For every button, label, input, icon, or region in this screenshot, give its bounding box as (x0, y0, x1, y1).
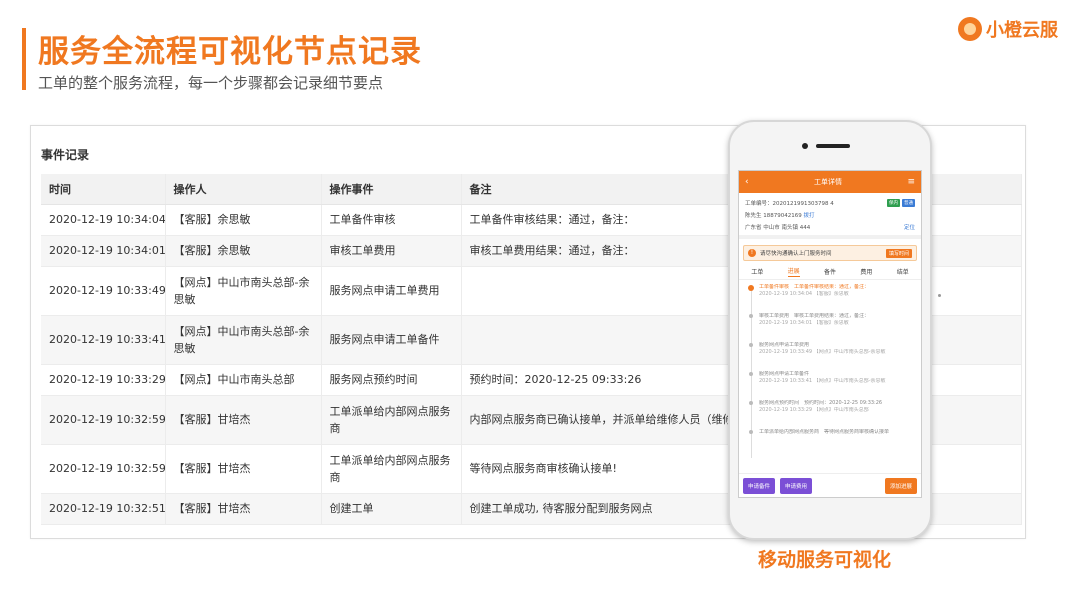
column-header-time[interactable]: 时间 (41, 174, 166, 205)
timeline-dot-icon (749, 401, 753, 405)
mobile-action-bar: 申请备件 申请费用 添加进展 (739, 473, 921, 497)
cell-event: 工单派单给内部网点服务商 (321, 395, 462, 445)
fill-time-button[interactable]: 填写时间 (885, 248, 912, 258)
mobile-tabs: 工单 进展 备件 费用 结单 (739, 264, 921, 280)
cell-operator: 【客服】余思敏 (165, 204, 322, 236)
timeline-desc: 工单派单给内部网点服务商 等待网点服务商审核确认接单 (759, 429, 890, 435)
cell-time: 2020-12-19 10:32:51 (41, 493, 166, 525)
address: 广东省 中山市 南头镇 444 (745, 225, 811, 231)
column-header-event[interactable]: 操作事件 (321, 174, 462, 205)
apply-parts-button[interactable]: 申请备件 (743, 477, 776, 494)
tab-progress[interactable]: 进展 (787, 266, 800, 277)
cell-event: 服务网点申请工单费用 (321, 266, 462, 316)
tag-normal: 普通 (902, 199, 915, 207)
menu-icon[interactable]: ≡ (907, 177, 915, 187)
timeline-item: 工单备件审核 工单备件审核结果：通过，备注： 2020-12-19 10:34:… (748, 284, 915, 313)
cell-time: 2020-12-19 10:34:01 (41, 235, 166, 267)
timeline-desc: 服务网点申请工单备件 (759, 371, 810, 377)
cell-event: 工单派单给内部网点服务商 (321, 444, 462, 494)
orange-logo-icon (958, 17, 982, 41)
timeline-item: 服务网点申请工单费用 2020-12-19 10:33:49 【网点】中山市南头… (749, 342, 915, 371)
phone-mockup: ‹ 工单详情 ≡ 工单编号：2020121991303798 4 保内 普通 陈… (728, 120, 932, 540)
timeline-desc: 服务网点申请工单费用 (759, 342, 810, 348)
progress-timeline: 工单备件审核 工单备件审核结果：通过，备注： 2020-12-19 10:34:… (739, 280, 921, 458)
timeline-meta: 2020-12-19 10:34:04 【客服】余思敏 (759, 291, 849, 297)
tab-parts[interactable]: 备件 (824, 267, 836, 276)
timeline-dot-icon (749, 372, 753, 376)
decorative-dot (938, 294, 941, 297)
timeline-item: 服务网点预约时间 预约时间：2020-12-25 09:33:26 2020-1… (749, 400, 915, 429)
cell-time: 2020-12-19 10:32:59 (41, 444, 166, 494)
cell-event: 服务网点预约时间 (321, 364, 462, 396)
mobile-app-title: 工单详情 (814, 178, 843, 186)
cell-event: 创建工单 (321, 493, 462, 525)
divider (739, 235, 921, 239)
tag-warranty: 保内 (887, 199, 900, 207)
title-accent-bar (22, 28, 26, 90)
cell-operator: 【客服】甘培杰 (165, 395, 322, 445)
timeline-meta: 2020-12-19 10:33:41 【网点】中山市南头总部-余思敏 (759, 378, 886, 384)
page-title: 服务全流程可视化节点记录 (38, 34, 422, 70)
back-icon[interactable]: ‹ (745, 177, 749, 187)
timeline-item: 服务网点申请工单备件 2020-12-19 10:33:41 【网点】中山市南头… (749, 371, 915, 400)
brand-logo: 小橙云服 (958, 16, 1058, 42)
page-subtitle: 工单的整个服务流程，每一个步骤都会记录细节要点 (38, 74, 384, 92)
timeline-desc: 工单备件审核 工单备件审核结果：通过，备注： (759, 284, 870, 290)
locate-link[interactable]: 定位 (904, 223, 915, 231)
tab-fees[interactable]: 费用 (860, 267, 872, 276)
cell-event: 服务网点申请工单备件 (321, 315, 462, 365)
timeline-meta: 2020-12-19 10:34:01 【客服】余思敏 (759, 320, 849, 326)
timeline-desc: 审核工单费用 审核工单费用结果：通过，备注： (759, 313, 870, 319)
notice-bar: ! 请尽快沟通确认上门服务时间 填写时间 (743, 245, 917, 261)
cell-operator: 【网点】中山市南头总部-余思敏 (165, 315, 322, 365)
timeline-item: 工单派单给内部网点服务商 等待网点服务商审核确认接单 (749, 429, 915, 458)
tab-close-order[interactable]: 结单 (897, 267, 909, 276)
mobile-app-bar: ‹ 工单详情 ≡ (739, 171, 921, 193)
panel-title: 事件记录 (41, 148, 90, 162)
tab-order[interactable]: 工单 (751, 267, 763, 276)
timeline-dot-icon (749, 430, 753, 434)
mobile-caption: 移动服务可视化 (758, 549, 892, 571)
column-header-operator[interactable]: 操作人 (165, 174, 322, 205)
cell-event: 审核工单费用 (321, 235, 462, 267)
address-line: 广东省 中山市 南头镇 444 定位 (739, 221, 921, 233)
apply-fee-button[interactable]: 申请费用 (780, 477, 813, 494)
cell-operator: 【客服】甘培杰 (165, 493, 322, 525)
order-number: 工单编号：2020121991303798 4 (745, 201, 834, 207)
phone-screen: ‹ 工单详情 ≡ 工单编号：2020121991303798 4 保内 普通 陈… (738, 170, 922, 498)
cell-time: 2020-12-19 10:32:59 (41, 395, 166, 445)
timeline-meta: 2020-12-19 10:33:29 【网点】中山市南头总部 (759, 407, 869, 413)
cell-operator: 【网点】中山市南头总部 (165, 364, 322, 396)
cell-time: 2020-12-19 10:33:41 (41, 315, 166, 365)
customer-info: 陈先生 18879042169 (745, 213, 802, 219)
cell-operator: 【网点】中山市南头总部-余思敏 (165, 266, 322, 316)
camera-icon (802, 143, 808, 149)
timeline-dot-icon (748, 285, 754, 291)
timeline-desc: 服务网点预约时间 预约时间：2020-12-25 09:33:26 (759, 400, 883, 406)
brand-name: 小橙云服 (986, 20, 1058, 41)
call-link[interactable]: 拨打 (804, 213, 815, 219)
customer-line: 陈先生 18879042169 拨打 (739, 209, 921, 221)
cell-time: 2020-12-19 10:33:49 (41, 266, 166, 316)
speaker-icon (816, 144, 850, 148)
order-tags: 保内 普通 (887, 199, 915, 207)
add-progress-button[interactable]: 添加进展 (884, 477, 917, 494)
timeline-dot-icon (749, 314, 753, 318)
timeline-item: 审核工单费用 审核工单费用结果：通过，备注： 2020-12-19 10:34:… (749, 313, 915, 342)
timeline-meta: 2020-12-19 10:33:49 【网点】中山市南头总部-余思敏 (759, 349, 886, 355)
cell-operator: 【客服】余思敏 (165, 235, 322, 267)
notice-text: 请尽快沟通确认上门服务时间 (760, 251, 832, 257)
cell-event: 工单备件审核 (321, 204, 462, 236)
order-number-line: 工单编号：2020121991303798 4 保内 普通 (739, 197, 921, 209)
alert-icon: ! (748, 249, 756, 257)
cell-time: 2020-12-19 10:34:04 (41, 204, 166, 236)
cell-time: 2020-12-19 10:33:29 (41, 364, 166, 396)
timeline-dot-icon (749, 343, 753, 347)
cell-operator: 【客服】甘培杰 (165, 444, 322, 494)
